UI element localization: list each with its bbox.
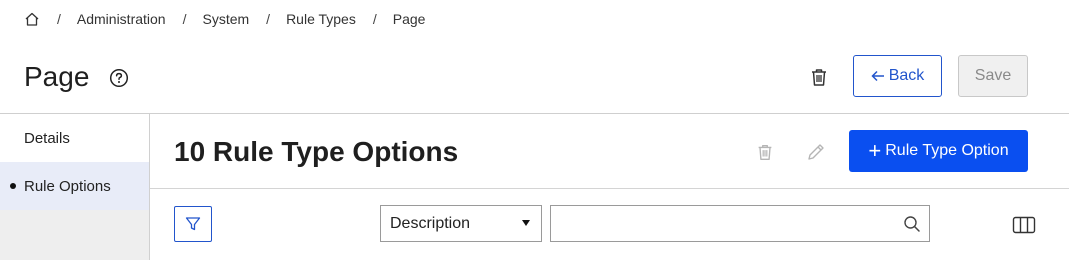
sidebar-item-details[interactable]: Details bbox=[0, 114, 149, 162]
sidebar-item-label: Details bbox=[24, 129, 70, 147]
field-select[interactable]: Description bbox=[380, 205, 542, 242]
back-button-label: Back bbox=[888, 67, 925, 84]
sidebar-item-rule-options[interactable]: Rule Options bbox=[0, 162, 149, 210]
breadcrumb-item-page: Page bbox=[392, 11, 426, 27]
funnel-icon bbox=[185, 217, 201, 231]
breadcrumb-separator: / bbox=[182, 11, 187, 27]
save-button-label: Save bbox=[974, 67, 1012, 84]
field-select-value: Description bbox=[390, 214, 471, 232]
search-box bbox=[550, 205, 930, 242]
page-title: Page bbox=[24, 61, 90, 92]
add-button-label: Rule Type Option bbox=[885, 142, 1009, 159]
sidebar-item-label: Rule Options bbox=[24, 177, 111, 195]
header-divider bbox=[0, 113, 1069, 114]
breadcrumb-item-rule-types[interactable]: Rule Types bbox=[286, 11, 356, 27]
sidebar: Details Rule Options bbox=[0, 114, 150, 260]
breadcrumb: / Administration / System / Rule Types /… bbox=[24, 9, 425, 29]
arrow-left-icon bbox=[871, 70, 884, 82]
breadcrumb-item-administration[interactable]: Administration bbox=[77, 11, 166, 27]
pencil-icon[interactable] bbox=[805, 141, 827, 163]
breadcrumb-separator: / bbox=[266, 11, 271, 27]
home-icon[interactable] bbox=[24, 11, 40, 27]
magnifier-icon[interactable] bbox=[903, 215, 921, 233]
filter-button[interactable] bbox=[174, 206, 212, 242]
breadcrumb-separator: / bbox=[372, 11, 377, 27]
back-button[interactable]: Back bbox=[853, 55, 942, 97]
caret-down-icon bbox=[522, 220, 530, 226]
content-divider bbox=[150, 188, 1069, 189]
content-title: 10 Rule Type Options bbox=[174, 136, 459, 167]
breadcrumb-item-system[interactable]: System bbox=[202, 11, 249, 27]
search-input[interactable] bbox=[551, 206, 891, 241]
save-button[interactable]: Save bbox=[958, 55, 1028, 97]
delete-page-trash-icon[interactable] bbox=[808, 66, 830, 88]
question-circle-icon[interactable] bbox=[109, 68, 129, 88]
breadcrumb-separator: / bbox=[57, 11, 61, 27]
delete-option-trash-icon[interactable] bbox=[755, 142, 775, 162]
plus-icon: + bbox=[868, 138, 882, 163]
active-bullet-icon bbox=[10, 183, 16, 189]
columns-icon[interactable] bbox=[1012, 216, 1036, 234]
add-rule-type-option-button[interactable]: + Rule Type Option bbox=[849, 130, 1028, 172]
